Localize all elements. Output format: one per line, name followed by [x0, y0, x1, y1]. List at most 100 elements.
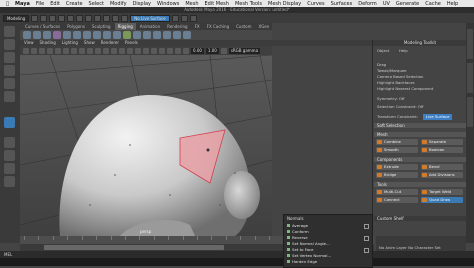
- tab-fx[interactable]: FX: [192, 23, 203, 30]
- safe-action-icon[interactable]: [95, 47, 101, 54]
- move-tool-icon[interactable]: [4, 65, 15, 76]
- lights-icon[interactable]: [135, 47, 141, 54]
- apple-icon[interactable]: : [6, 1, 9, 7]
- menu-help[interactable]: Help: [447, 1, 458, 7]
- menu-mesh[interactable]: Mesh: [185, 1, 198, 7]
- hik-icon[interactable]: [183, 31, 191, 39]
- smooth-button[interactable]: Smooth: [376, 147, 418, 153]
- menu-deform[interactable]: Deform: [358, 1, 377, 7]
- lasso-tool-icon[interactable]: [4, 39, 15, 50]
- menu-maya[interactable]: Maya: [15, 1, 30, 7]
- outliner-layout-icon[interactable]: [4, 176, 15, 187]
- tab-polygons[interactable]: Polygons: [64, 23, 88, 30]
- far-clip-field[interactable]: 1.00: [205, 47, 219, 54]
- paint-weights-icon[interactable]: [93, 31, 101, 39]
- toolkit-menu-help[interactable]: Help: [399, 48, 408, 53]
- multi-cut-button[interactable]: Multi-Cut: [376, 189, 418, 195]
- tools-section-header[interactable]: Tools: [374, 182, 466, 187]
- average-options-box[interactable]: [364, 224, 369, 229]
- menu-item-average[interactable]: Average: [287, 223, 308, 228]
- tab-attribute-editor[interactable]: [467, 63, 473, 93]
- redo-icon[interactable]: [67, 14, 75, 22]
- menu-uv[interactable]: UV: [383, 1, 390, 7]
- shadows-icon[interactable]: [143, 47, 149, 54]
- snap-grid-icon[interactable]: [103, 14, 111, 22]
- aim-constraint-icon[interactable]: [163, 31, 171, 39]
- gate-mask-icon[interactable]: [79, 47, 85, 54]
- render-settings-icon[interactable]: [189, 14, 197, 22]
- menu-display[interactable]: Display: [133, 1, 151, 7]
- menu-mesh-tools[interactable]: Mesh Tools: [235, 1, 262, 7]
- parent-constraint-icon[interactable]: [123, 31, 131, 39]
- cluster-icon[interactable]: [63, 31, 71, 39]
- live-surface-button[interactable]: No Live Surface: [130, 14, 170, 22]
- selection-constraint-dropdown[interactable]: Selection Constraint: Off: [377, 104, 423, 109]
- tab-sculpting[interactable]: Sculpting: [89, 23, 114, 30]
- toolkit-menu-object[interactable]: Object: [377, 48, 389, 53]
- menu-generate[interactable]: Generate: [396, 1, 419, 7]
- orient-constraint-icon[interactable]: [143, 31, 151, 39]
- near-clip-field[interactable]: 0.00: [191, 47, 204, 54]
- target-weld-button[interactable]: Target Weld: [421, 189, 463, 195]
- camera-select-icon[interactable]: [23, 47, 29, 54]
- extrude-button[interactable]: Extrude: [376, 164, 418, 170]
- film-gate-icon[interactable]: [63, 47, 69, 54]
- grid-icon[interactable]: [55, 47, 61, 54]
- menu-item-set-normal-angle[interactable]: Set Normal Angle...: [287, 241, 330, 246]
- menu-item-reverse[interactable]: Reverse: [287, 235, 308, 240]
- save-scene-icon[interactable]: [49, 14, 57, 22]
- camera-attributes-icon[interactable]: [31, 47, 37, 54]
- tab-curves-surfaces[interactable]: Curves / Surfaces: [22, 23, 63, 30]
- tweak-option[interactable]: Tweak/Marquee: [377, 68, 407, 73]
- mode-dropdown[interactable]: Modeling: [3, 14, 30, 22]
- scale-tool-icon[interactable]: [4, 91, 15, 102]
- lattice-icon[interactable]: [73, 31, 81, 39]
- playback-controls[interactable]: [376, 236, 466, 244]
- tab-modeling-toolkit[interactable]: [467, 29, 473, 59]
- menu-curves[interactable]: Curves: [307, 1, 324, 7]
- open-scene-icon[interactable]: [40, 14, 48, 22]
- wireframe-on-shaded-icon[interactable]: [119, 47, 125, 54]
- point-constraint-icon[interactable]: [133, 31, 141, 39]
- snap-point-icon[interactable]: [121, 14, 129, 22]
- menu-windows[interactable]: Windows: [157, 1, 179, 7]
- connect-button[interactable]: Connect: [376, 197, 418, 203]
- single-view-layout-icon[interactable]: [4, 137, 15, 148]
- range-slider-handle[interactable]: [44, 245, 224, 250]
- command-line[interactable]: MEL: [0, 251, 474, 258]
- new-scene-icon[interactable]: [31, 14, 39, 22]
- anim-layer-character-set[interactable]: No Anim Layer No Character Set: [376, 244, 466, 251]
- symmetry-dropdown[interactable]: Symmetry: Off: [377, 96, 405, 101]
- snap-curve-icon[interactable]: [112, 14, 120, 22]
- tab-rigging[interactable]: Rigging: [114, 23, 136, 30]
- tab-xgen[interactable]: XGen: [255, 23, 272, 30]
- select-hierarchy-icon[interactable]: [76, 14, 84, 22]
- render-icon[interactable]: [171, 14, 179, 22]
- scale-constraint-icon[interactable]: [153, 31, 161, 39]
- menu-item-conform[interactable]: Conform: [287, 229, 309, 234]
- locator-icon[interactable]: [53, 31, 61, 39]
- transform-constraint-dropdown[interactable]: Live Surface: [423, 114, 453, 120]
- bevel-button[interactable]: Bevel: [421, 164, 463, 170]
- menu-create[interactable]: Create: [66, 1, 83, 7]
- paint-select-icon[interactable]: [4, 52, 15, 63]
- undo-icon[interactable]: [58, 14, 66, 22]
- image-plane-icon[interactable]: [47, 47, 53, 54]
- menu-select[interactable]: Select: [89, 1, 104, 7]
- rotate-tool-icon[interactable]: [4, 78, 15, 89]
- drag-option[interactable]: Drag: [377, 62, 386, 67]
- bookmark-icon[interactable]: [39, 47, 45, 54]
- xray-icon[interactable]: [183, 47, 189, 54]
- field-chart-icon[interactable]: [87, 47, 93, 54]
- ambient-occlusion-icon[interactable]: [151, 47, 157, 54]
- menu-mesh-display[interactable]: Mesh Display: [268, 1, 301, 7]
- highlight-backfaces-checkbox[interactable]: Highlight Backfaces: [377, 80, 415, 85]
- highlight-nearest-checkbox[interactable]: Highlight Nearest Component: [377, 86, 433, 91]
- reverse-options-box[interactable]: [364, 236, 369, 241]
- set-to-face-options-box[interactable]: [364, 248, 369, 253]
- ipr-render-icon[interactable]: [180, 14, 188, 22]
- select-tool-icon[interactable]: [4, 26, 15, 37]
- tab-rendering[interactable]: Rendering: [164, 23, 190, 30]
- color-management-icon[interactable]: [220, 47, 227, 54]
- color-space-dropdown[interactable]: sRGB gamma: [228, 47, 261, 54]
